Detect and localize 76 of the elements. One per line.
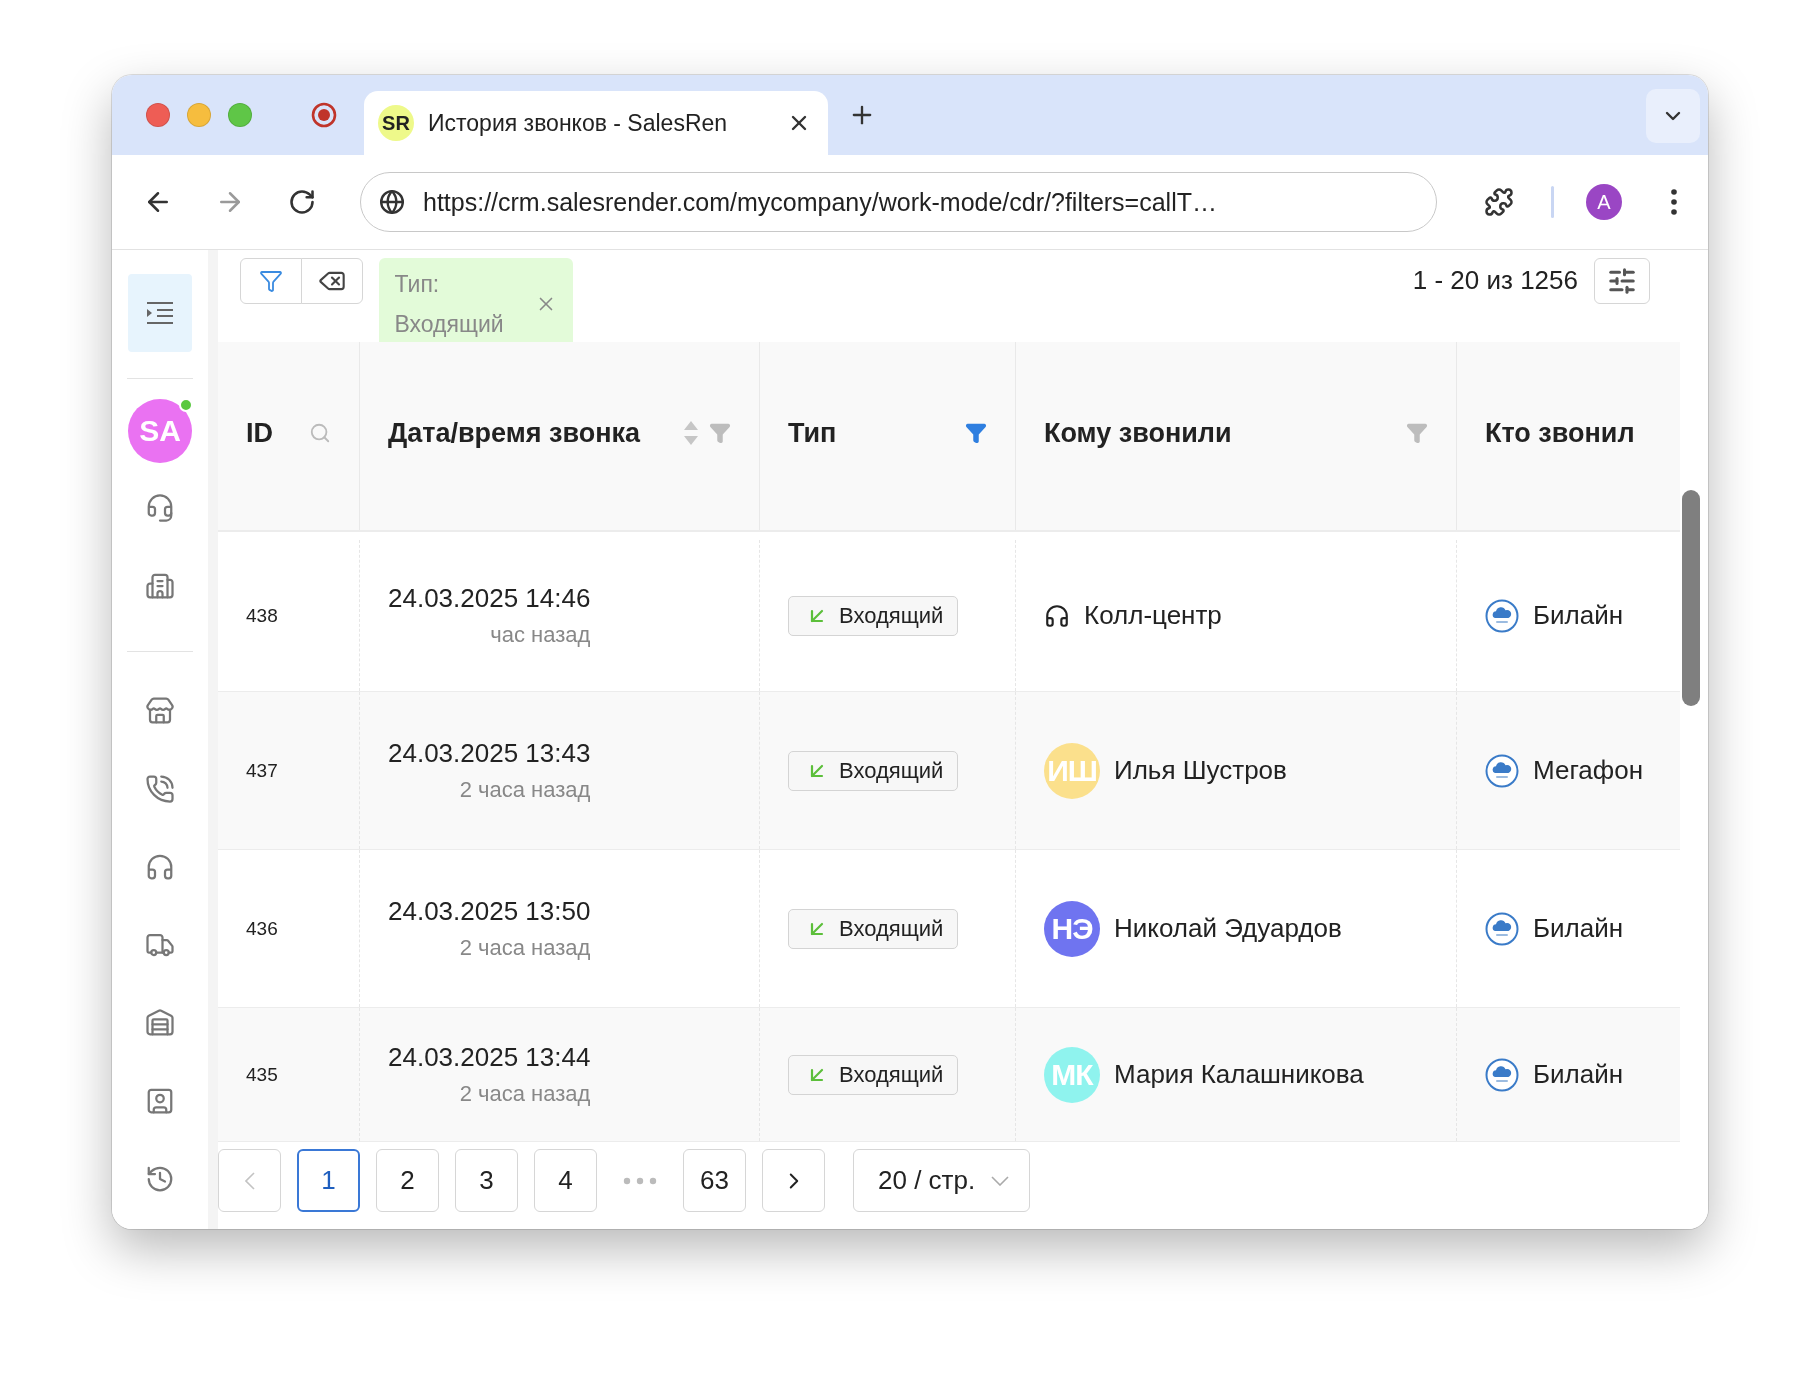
menu-icon — [145, 300, 175, 326]
relative-time: 2 часа назад — [459, 1081, 591, 1107]
phone-icon — [145, 774, 175, 804]
call-type-label: Входящий — [839, 915, 944, 942]
callee-name: Илья Шустров — [1114, 755, 1287, 786]
page-button[interactable]: 63 — [683, 1149, 746, 1212]
column-settings-button[interactable] — [1594, 258, 1650, 304]
scrollbar-thumb[interactable] — [1682, 490, 1700, 706]
reload-icon — [288, 188, 316, 216]
page-button[interactable]: 4 — [534, 1149, 597, 1212]
cloud-icon — [1485, 753, 1519, 788]
page-button[interactable]: 2 — [376, 1149, 439, 1212]
page-button[interactable]: 3 — [455, 1149, 518, 1212]
profile-avatar[interactable]: A — [1586, 184, 1622, 220]
column-header: Дата/время звонка — [388, 417, 640, 449]
cloud-icon — [1485, 1057, 1519, 1092]
kebab-menu-icon — [1671, 189, 1677, 215]
caller-name: Билайн — [1533, 913, 1624, 944]
call-id: 436 — [246, 917, 278, 940]
contact-card-icon — [145, 1086, 175, 1116]
browser-tab[interactable]: SR История звонков - SalesRen — [364, 91, 828, 155]
store-icon — [145, 696, 175, 726]
online-status-dot — [179, 398, 193, 412]
call-id: 435 — [246, 1063, 278, 1086]
relative-time: 2 часа назад — [459, 935, 591, 961]
menu-button[interactable] — [128, 274, 192, 352]
page-size-value: 20 / стр. — [878, 1165, 976, 1196]
ellipsis-icon — [623, 1176, 657, 1185]
caller-name: Билайн — [1533, 600, 1624, 631]
tab-title: История звонков - SalesRen — [428, 109, 729, 137]
column-header: Тип — [788, 417, 837, 449]
sliders-icon — [1607, 266, 1637, 296]
call-id: 437 — [246, 759, 278, 782]
globe-icon — [379, 189, 405, 215]
headphones-icon — [145, 852, 175, 882]
column-header: Кому звонили — [1044, 417, 1232, 449]
record-icon — [310, 101, 338, 129]
chevron-down-icon — [991, 1175, 1010, 1186]
column-header: Кто звонил — [1485, 417, 1635, 449]
chevron-left-icon — [244, 1171, 255, 1190]
relative-time: 2 часа назад — [459, 777, 591, 803]
user-avatar: ИШ — [1044, 742, 1100, 799]
close-window-button[interactable] — [146, 103, 170, 127]
relative-time: час назад — [490, 622, 591, 648]
callee-name: Мария Калашникова — [1114, 1059, 1364, 1090]
record-count: 1 - 20 из 1256 — [1412, 264, 1578, 296]
cloud-icon — [1485, 598, 1519, 633]
history-icon — [145, 1164, 175, 1194]
warehouse-icon — [145, 1008, 175, 1038]
call-date: 24.03.2025 13:44 — [388, 1042, 591, 1073]
call-type-label: Входящий — [839, 1061, 944, 1088]
caller-name: Мегафон — [1533, 755, 1643, 786]
page-size-select[interactable]: 20 / стр. — [853, 1149, 1031, 1212]
filter-tag-label: Тип: Входящий — [394, 270, 505, 339]
callee-name: Колл-центр — [1084, 600, 1222, 631]
headset-icon — [145, 493, 175, 523]
filter-icon[interactable] — [965, 422, 987, 444]
building-icon — [145, 571, 175, 601]
filter-icon — [259, 269, 283, 293]
caller-name: Билайн — [1533, 1059, 1624, 1090]
puzzle-icon — [1484, 187, 1514, 217]
user-avatar: НЭ — [1044, 900, 1100, 957]
call-type-label: Входящий — [839, 602, 944, 629]
call-type-label: Входящий — [839, 757, 944, 784]
site-favicon: SR — [378, 105, 414, 141]
clear-filters-button[interactable] — [300, 258, 363, 304]
cloud-icon — [1485, 911, 1519, 946]
page-button[interactable]: 1 — [297, 1149, 360, 1212]
headphones-icon — [1044, 602, 1070, 629]
call-date: 24.03.2025 13:50 — [388, 896, 591, 927]
callee-name: Николай Эдуардов — [1114, 913, 1342, 944]
user-avatar: МК — [1044, 1046, 1100, 1103]
call-date: 24.03.2025 14:46 — [388, 583, 591, 614]
column-header: ID — [246, 417, 273, 449]
call-date: 24.03.2025 13:43 — [388, 738, 591, 769]
call-id: 438 — [246, 604, 278, 627]
